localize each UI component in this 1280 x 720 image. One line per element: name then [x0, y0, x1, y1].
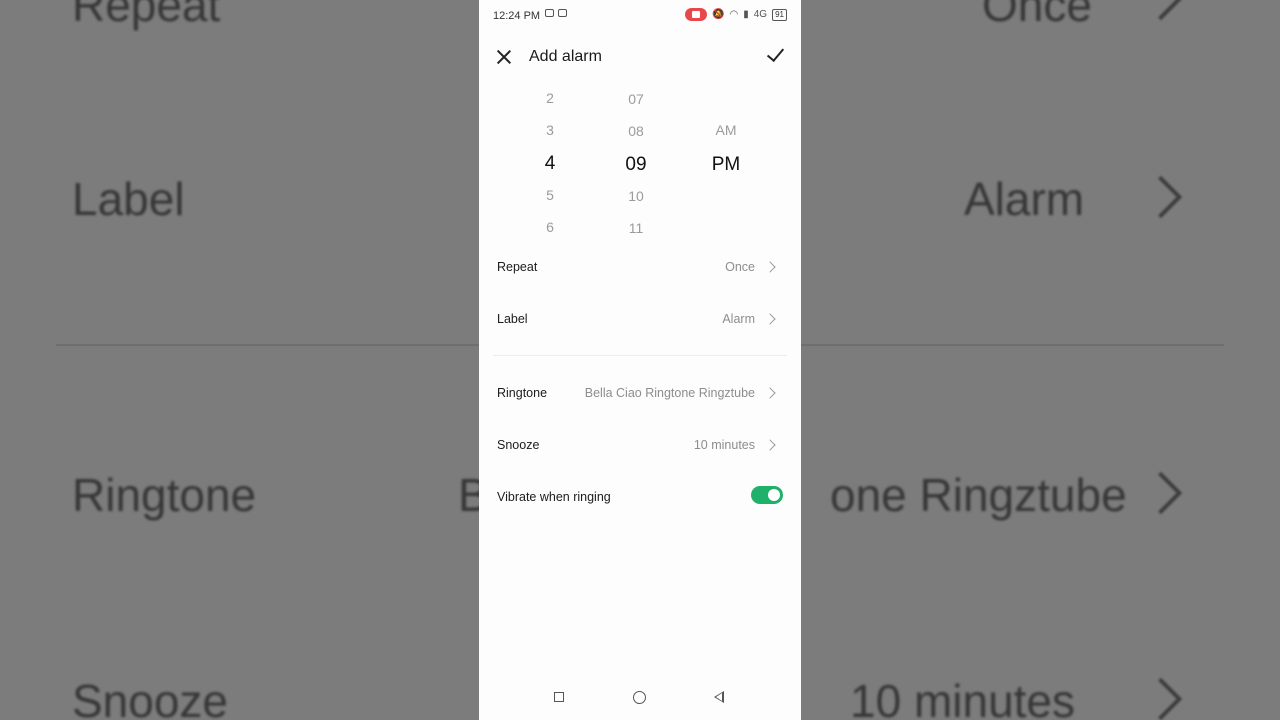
page-title: Add alarm — [529, 48, 602, 65]
repeat-row[interactable]: Repeat Once — [479, 248, 801, 288]
recent-apps-icon[interactable] — [554, 692, 564, 702]
battery-icon: 91 — [772, 8, 787, 21]
home-icon[interactable] — [633, 691, 646, 704]
hour-option[interactable]: 2 — [520, 90, 580, 106]
selected-hour[interactable]: 4 — [520, 153, 580, 175]
status-bar: 12:24 PM 🔕 ◠ ▮ 4G 91 — [479, 0, 801, 32]
hour-option[interactable]: 3 — [520, 122, 580, 138]
label-value: Alarm — [722, 312, 755, 326]
snooze-value: 10 minutes — [693, 438, 755, 452]
repeat-value: Once — [725, 260, 755, 274]
bg-chevron-right-icon — [1139, 471, 1183, 515]
vibrate-label: Vibrate when ringing — [497, 490, 611, 504]
selected-period[interactable]: PM — [696, 154, 756, 176]
chevron-right-icon — [764, 261, 776, 273]
bg-chevron-right-icon — [1139, 0, 1183, 21]
bg-repeat-value: Once — [982, 0, 1092, 31]
app-notification-icon — [558, 9, 567, 17]
bg-ringtone-value-right: one Ringztube — [830, 469, 1127, 521]
back-icon[interactable] — [714, 691, 724, 703]
chevron-right-icon — [764, 313, 776, 325]
chevron-right-icon — [764, 387, 776, 399]
minute-option[interactable]: 07 — [606, 91, 666, 107]
snooze-row[interactable]: Snooze 10 minutes — [479, 426, 801, 466]
phone-screen: 12:24 PM 🔕 ◠ ▮ 4G 91 Add alarm 2 3 4 5 6… — [479, 0, 801, 720]
minute-option[interactable]: 08 — [606, 123, 666, 139]
bg-chevron-right-icon — [1139, 677, 1183, 720]
app-header: Add alarm — [479, 38, 801, 76]
status-icons: 🔕 ◠ ▮ 4G 91 — [685, 8, 787, 21]
hour-option[interactable]: 5 — [520, 187, 580, 203]
minute-option[interactable]: 11 — [606, 220, 666, 236]
bg-chevron-right-icon — [1139, 175, 1183, 219]
bg-label-value: Alarm — [964, 173, 1085, 225]
vibrate-toggle[interactable] — [751, 486, 783, 504]
ringtone-label: Ringtone — [497, 386, 548, 400]
ringtone-row[interactable]: Ringtone Bella Ciao Ringtone Ringztube — [479, 374, 801, 414]
bg-snooze-label: Snooze — [72, 675, 229, 720]
signal-icon: ▮ — [743, 8, 749, 20]
bg-repeat-label: Repeat — [72, 0, 221, 31]
snooze-label: Snooze — [497, 438, 540, 452]
label-label: Label — [497, 312, 528, 326]
bg-label-label: Label — [72, 173, 185, 225]
label-row[interactable]: Label Alarm — [479, 300, 801, 340]
notification-icons — [545, 9, 567, 17]
mute-bell-icon: 🔕 — [712, 8, 725, 20]
hour-option[interactable]: 6 — [520, 219, 580, 235]
vibrate-row: Vibrate when ringing — [479, 478, 801, 518]
section-divider — [493, 355, 787, 356]
video-camera-icon — [545, 9, 554, 17]
time-picker: 2 3 4 5 6 07 08 09 10 11 AM PM — [479, 82, 801, 242]
ringtone-value: Bella Ciao Ringtone Ringztube — [584, 386, 755, 400]
confirm-check-icon[interactable] — [763, 44, 787, 66]
navigation-bar — [479, 680, 801, 720]
network-type: 4G — [753, 8, 768, 20]
close-icon[interactable] — [493, 46, 515, 68]
bg-snooze-value: 10 minutes — [850, 675, 1076, 720]
selected-minute[interactable]: 09 — [606, 154, 666, 176]
status-time: 12:24 PM — [493, 10, 541, 22]
chevron-right-icon — [764, 439, 776, 451]
repeat-label: Repeat — [497, 260, 538, 274]
bg-ringtone-label: Ringtone — [72, 469, 257, 521]
period-option-am[interactable]: AM — [696, 122, 756, 138]
screen-record-icon — [685, 8, 708, 21]
wifi-icon: ◠ — [729, 8, 739, 20]
minute-option[interactable]: 10 — [606, 188, 666, 204]
